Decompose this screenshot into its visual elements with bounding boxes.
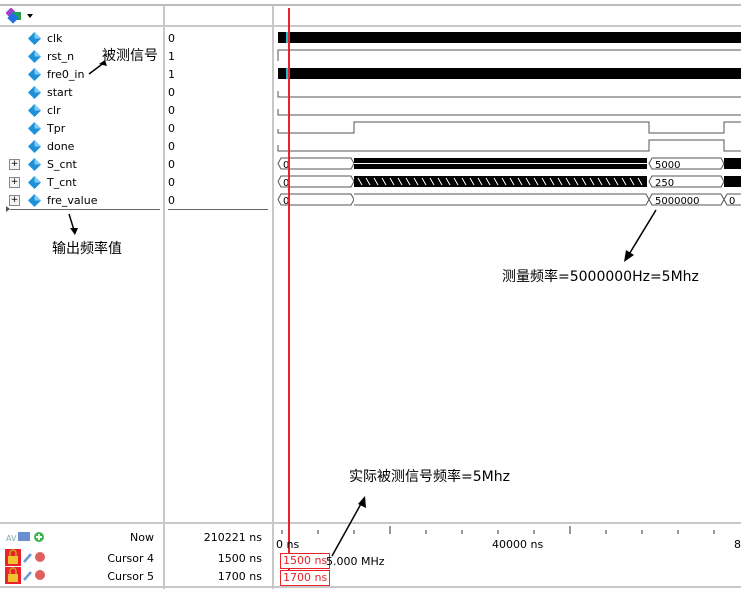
- signal-value: 0: [168, 157, 175, 171]
- signal-name: T_cnt: [47, 175, 77, 189]
- signal-name: clr: [47, 103, 61, 117]
- signal-row-s_cnt[interactable]: + S_cnt: [9, 155, 77, 173]
- wave-fre0_in: [278, 68, 741, 79]
- name-pane-divider[interactable]: [163, 5, 165, 589]
- signal-diamond-icon: [28, 103, 41, 117]
- now-icons[interactable]: AV: [6, 530, 46, 544]
- cursor4-remove-icon[interactable]: [35, 552, 45, 562]
- signal-row-start[interactable]: start: [28, 83, 73, 101]
- wave-rst_n: [277, 49, 741, 61]
- cursor-delta-freq: 5.000 MHz: [326, 555, 385, 568]
- signal-diamond-icon: [28, 193, 41, 207]
- signal-name: start: [47, 85, 73, 99]
- tick-label-mid: 40000 ns: [492, 538, 544, 551]
- signal-row-done[interactable]: done: [28, 137, 74, 155]
- signal-name: done: [47, 139, 75, 153]
- signal-value: 0: [168, 121, 175, 135]
- bus-value: 0: [729, 196, 735, 207]
- cursor5-value: 1700 ns: [217, 570, 262, 583]
- wave-done: [277, 139, 741, 152]
- bus-dense: [724, 158, 741, 169]
- annotation-output-freq: 输出频率值: [52, 241, 122, 257]
- insertion-marker-icon: [6, 206, 10, 212]
- signal-diamond-icon: [28, 157, 41, 171]
- signal-value: 0: [168, 85, 175, 99]
- bus-value: 5000000: [655, 196, 700, 207]
- expand-icon[interactable]: +: [9, 159, 20, 170]
- signal-diamond-icon: [28, 85, 41, 99]
- arrow-measured-signal: [88, 60, 107, 75]
- signal-value: 0: [168, 193, 175, 207]
- signal-value: 0: [168, 139, 175, 153]
- wave-start: [277, 91, 741, 98]
- value-list-end: [168, 209, 268, 210]
- bus-segment: [354, 193, 650, 206]
- top-border: [0, 4, 741, 6]
- cursor4-label: Cursor 4: [107, 552, 154, 565]
- bottom-border: [0, 586, 741, 588]
- cursor-line[interactable]: [288, 8, 290, 586]
- cursor5-lock-icon[interactable]: [5, 567, 21, 584]
- signal-name: S_cnt: [47, 157, 77, 171]
- signal-row-clr[interactable]: clr: [28, 101, 61, 119]
- signal-diamond-icon: [28, 67, 41, 81]
- signal-diamond-icon: [28, 175, 41, 189]
- cursor5-label: Cursor 5: [107, 570, 154, 583]
- signal-name: fre_value: [47, 193, 98, 207]
- signal-value: 0: [168, 103, 175, 117]
- cursor4-wrench-icon[interactable]: [23, 551, 33, 563]
- signal-row-clk[interactable]: clk: [28, 29, 62, 47]
- bus-value: 5000: [655, 160, 680, 171]
- signal-name: clk: [47, 31, 63, 45]
- wave-clk: [278, 32, 741, 43]
- signal-diamond-icon: [28, 31, 41, 45]
- timeline-ruler[interactable]: [274, 524, 741, 538]
- signal-value: 1: [168, 49, 175, 63]
- wave-app-icon[interactable]: [5, 7, 22, 24]
- signal-diamond-icon: [28, 121, 41, 135]
- signal-list-end: [10, 209, 160, 210]
- signal-value: 0: [168, 31, 175, 45]
- bus-dense: [724, 176, 741, 187]
- signal-diamond-icon: [28, 49, 41, 63]
- cursor4-value: 1500 ns: [217, 552, 262, 565]
- signal-row-t_cnt[interactable]: + T_cnt: [9, 173, 77, 191]
- cursor5-time-box[interactable]: 1700 ns: [280, 570, 331, 586]
- expand-icon[interactable]: +: [9, 177, 20, 188]
- svg-text:AV: AV: [6, 534, 17, 543]
- signal-name: Tpr: [47, 121, 66, 135]
- cursor5-remove-icon[interactable]: [35, 570, 45, 580]
- annotation-actual-freq: 实际被测信号频率=5Mhz: [349, 469, 510, 485]
- signal-value: 1: [168, 67, 175, 81]
- cursor4-time-box[interactable]: 1500 ns: [280, 553, 331, 569]
- chevron-down-icon[interactable]: [27, 14, 33, 18]
- signal-name: fre0_in: [47, 67, 85, 81]
- annotation-measured-freq: 测量频率=5000000Hz=5Mhz: [502, 269, 699, 285]
- tick-label-start: 0 ns: [276, 538, 300, 551]
- bus-value: 250: [655, 178, 674, 189]
- annotation-measured-signal: 被测信号: [102, 48, 158, 64]
- tick-label-end: 8: [734, 538, 741, 551]
- arrow-output-freq: [68, 213, 78, 235]
- signal-value: 0: [168, 175, 175, 189]
- cursor4-lock-icon[interactable]: [5, 549, 21, 566]
- signal-row-fre0_in[interactable]: fre0_in: [28, 65, 84, 83]
- bus-dense: [354, 176, 647, 187]
- now-value: 210221 ns: [203, 531, 262, 544]
- wave-clr: [277, 109, 741, 116]
- signal-row-rst_n[interactable]: rst_n: [28, 47, 74, 65]
- cursor5-wrench-icon[interactable]: [23, 569, 33, 581]
- signal-row-fre_value[interactable]: + fre_value: [9, 191, 98, 209]
- signal-row-tpr[interactable]: Tpr: [28, 119, 65, 137]
- wave-tpr: [277, 121, 741, 134]
- signal-diamond-icon: [28, 139, 41, 153]
- expand-icon[interactable]: +: [9, 195, 20, 206]
- signal-name: rst_n: [47, 49, 75, 63]
- now-label: Now: [130, 531, 154, 544]
- arrow-measured-freq: [624, 209, 657, 262]
